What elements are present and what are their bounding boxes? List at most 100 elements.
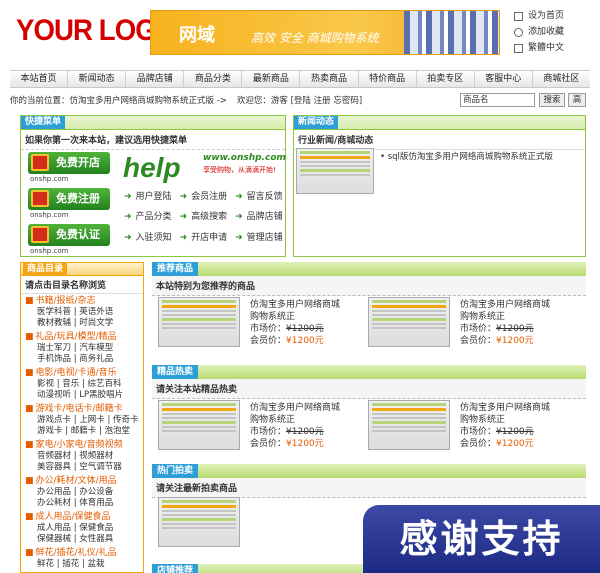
free-verify-button[interactable]: 免费认证	[28, 224, 110, 246]
feedback-link[interactable]: 留言反馈	[247, 192, 283, 202]
welcome-text[interactable]: 欢迎您：游客 [登陆 注册 忘密码]	[237, 94, 362, 106]
nav-item-specials[interactable]: 特价商品	[359, 71, 417, 87]
product-card[interactable]: 仿淘宝多用户网络商城购物系统正 市场价：¥1200元 会员价：¥1200元	[362, 294, 562, 349]
product-name[interactable]: 仿淘宝多用户网络商城购物系统正	[460, 299, 558, 323]
catalog-item[interactable]: 音频器材 | 视频器材	[25, 451, 139, 462]
hot-tab: 精品热卖	[152, 365, 199, 379]
gift-icon	[31, 190, 49, 207]
nav-item-service[interactable]: 客服中心	[475, 71, 533, 87]
news-tab: 新闻动态	[294, 116, 339, 129]
catalog-item[interactable]: 办公耗材 | 体育用品	[25, 498, 139, 509]
news-item[interactable]: • sql版仿淘宝多用户网络商城购物系统正式版	[380, 150, 553, 162]
language-icon	[514, 43, 523, 53]
breadcrumb: 你的当前位置：仿淘宝多用户网络商城购物系统正式版 ->	[10, 96, 227, 106]
market-price: ¥1200元	[286, 427, 324, 437]
nav-item-community[interactable]: 商城社区	[533, 71, 590, 87]
category-link[interactable]: 产品分类	[136, 212, 172, 222]
catalog-item[interactable]: 成人用品 | 保健食品	[25, 523, 139, 534]
manage-shop-link[interactable]: 管理店铺	[247, 233, 283, 243]
nav-item-home[interactable]: 本站首页	[10, 71, 69, 87]
nav-item-new-products[interactable]: 最新商品	[242, 71, 301, 87]
catalog-head[interactable]: ■ 鲜花/插花/礼仪/礼品	[25, 547, 139, 559]
traditional-chinese-link[interactable]: 繁體中文	[514, 40, 564, 56]
product-name[interactable]: 仿淘宝多用户网络商城购物系统正	[250, 402, 348, 426]
catalog-group: ■ 办公/耗材/文体/用品 办公用品 | 办公设备 办公耗材 | 体育用品	[21, 474, 143, 510]
recommended-subtitle: 本站特别为您推荐的商品	[152, 276, 586, 296]
market-price: ¥1200元	[286, 324, 324, 334]
market-price: ¥1200元	[496, 324, 534, 334]
banner-graphic	[404, 11, 499, 54]
main-nav: 本站首页 新闻动态 品牌店铺 商品分类 最新商品 热卖商品 特价商品 拍卖专区 …	[10, 70, 590, 88]
catalog-head[interactable]: ■ 电影/电视/卡通/音乐	[25, 367, 139, 379]
advanced-search-button[interactable]: 高	[568, 93, 586, 107]
watermark-overlay: 感谢支持	[363, 505, 600, 573]
catalog-item[interactable]: 保健器械 | 女性器具	[25, 534, 139, 545]
shop-apply-link[interactable]: 开店申请	[191, 233, 227, 243]
member-price: ¥1200元	[496, 336, 534, 346]
add-favorite-link[interactable]: 添加收藏	[514, 24, 564, 40]
nav-item-auction[interactable]: 拍卖专区	[417, 71, 475, 87]
catalog-subtitle: 请点击目录名称浏览	[21, 276, 143, 294]
set-homepage-link[interactable]: 设为首页	[514, 8, 564, 24]
product-thumbnail[interactable]	[158, 400, 240, 450]
product-card[interactable]: 仿淘宝多用户网络商城购物系统正 市场价：¥1200元 会员价：¥1200元	[152, 397, 352, 452]
site-label: onshp.com	[30, 247, 69, 255]
nav-item-categories[interactable]: 商品分类	[184, 71, 243, 87]
shop-tab: 店铺推荐	[152, 564, 199, 573]
quick-menu-subtitle: 如果你第一次来本站，建议选用快捷菜单	[21, 130, 285, 150]
catalog-item[interactable]: 医学科普 | 英语外语	[25, 307, 139, 318]
nav-item-hot-products[interactable]: 热卖商品	[300, 71, 359, 87]
catalog-tab: 商品目录	[23, 263, 68, 275]
notice-link[interactable]: 入驻须知	[136, 233, 172, 243]
quick-menu-tab: 快捷菜单	[21, 116, 66, 129]
product-card[interactable]	[152, 494, 352, 552]
news-thumbnail[interactable]	[296, 148, 374, 194]
catalog-item[interactable]: 办公用品 | 办公设备	[25, 487, 139, 498]
product-thumbnail[interactable]	[158, 497, 240, 547]
product-thumbnail[interactable]	[158, 297, 240, 347]
product-card[interactable]: 仿淘宝多用户网络商城购物系统正 市场价：¥1200元 会员价：¥1200元	[362, 397, 562, 452]
product-thumbnail[interactable]	[368, 400, 450, 450]
member-price: ¥1200元	[286, 336, 324, 346]
quick-links-row: ➜ 用户登陆 ➜ 会员注册 ➜ 留言反馈	[124, 192, 283, 202]
catalog-item[interactable]: 瑞士军刀 | 汽车模型	[25, 343, 139, 354]
favorite-icon	[514, 27, 523, 37]
catalog-head[interactable]: ■ 游戏卡/电话卡/邮籍卡	[25, 403, 139, 415]
search-button[interactable]: 搜索	[539, 93, 565, 107]
product-name[interactable]: 仿淘宝多用户网络商城购物系统正	[250, 299, 348, 323]
catalog-head[interactable]: ■ 办公/耗材/文体/用品	[25, 475, 139, 487]
register-link[interactable]: 会员注册	[191, 192, 227, 202]
catalog-group: ■ 成人用品/保健食品 成人用品 | 保健食品 保健器械 | 女性器具	[21, 510, 143, 546]
quick-links-row: ➜ 产品分类 ➜ 高级搜索 ➜ 品牌店铺	[124, 212, 283, 222]
free-open-shop-button[interactable]: 免费开店	[28, 152, 110, 174]
catalog-item[interactable]: 游戏点卡 | 上网卡 | 传奇卡	[25, 415, 139, 426]
nav-item-news[interactable]: 新闻动态	[68, 71, 127, 87]
search-input[interactable]: 商品名	[460, 93, 535, 107]
catalog-head[interactable]: ■ 成人用品/保健食品	[25, 511, 139, 523]
catalog-item[interactable]: 美容器具 | 空气调节器	[25, 462, 139, 473]
login-link[interactable]: 用户登陆	[136, 192, 172, 202]
advanced-search-link[interactable]: 高级搜索	[191, 212, 227, 222]
catalog-head[interactable]: ■ 家电/小家电/音频视频	[25, 439, 139, 451]
news-subtitle: 行业新闻/商城动态	[294, 130, 585, 150]
catalog-head[interactable]: ■ 礼品/玩具/模型/精品	[25, 331, 139, 343]
catalog-panel: 商品目录 请点击目录名称浏览 ■ 书籍/报纸/杂志 医学科普 | 英语外语 教材教…	[20, 262, 144, 573]
member-price: ¥1200元	[496, 439, 534, 449]
catalog-head[interactable]: ■ 书籍/报纸/杂志	[25, 295, 139, 307]
free-register-button[interactable]: 免费注册	[28, 188, 110, 210]
catalog-item[interactable]: 动漫视听 | LP黑胶唱片	[25, 390, 139, 401]
brand-shops-link[interactable]: 品牌店铺	[247, 212, 283, 222]
product-name[interactable]: 仿淘宝多用户网络商城购物系统正	[460, 402, 558, 426]
catalog-item[interactable]: 手机饰品 | 商务礼品	[25, 354, 139, 365]
help-slogan: 享受购物，从滴滴开始!	[203, 166, 276, 174]
catalog-item[interactable]: 影视 | 音乐 | 综艺百科	[25, 379, 139, 390]
product-thumbnail[interactable]	[368, 297, 450, 347]
catalog-item[interactable]: 教材教辅 | 时尚文学	[25, 318, 139, 329]
catalog-group: ■ 家电/小家电/音频视频 音频器材 | 视频器材 美容器具 | 空气调节器	[21, 438, 143, 474]
nav-item-brand-shops[interactable]: 品牌店铺	[126, 71, 185, 87]
catalog-item[interactable]: 鲜花 | 插花 | 盆栽	[25, 559, 139, 570]
top-links: 设为首页 添加收藏 繁體中文	[514, 8, 564, 56]
product-card[interactable]: 仿淘宝多用户网络商城购物系统正 市场价：¥1200元 会员价：¥1200元	[152, 294, 352, 349]
home-icon	[514, 11, 523, 21]
catalog-item[interactable]: 游戏卡 | 邮籍卡 | 泡泡堂	[25, 426, 139, 437]
